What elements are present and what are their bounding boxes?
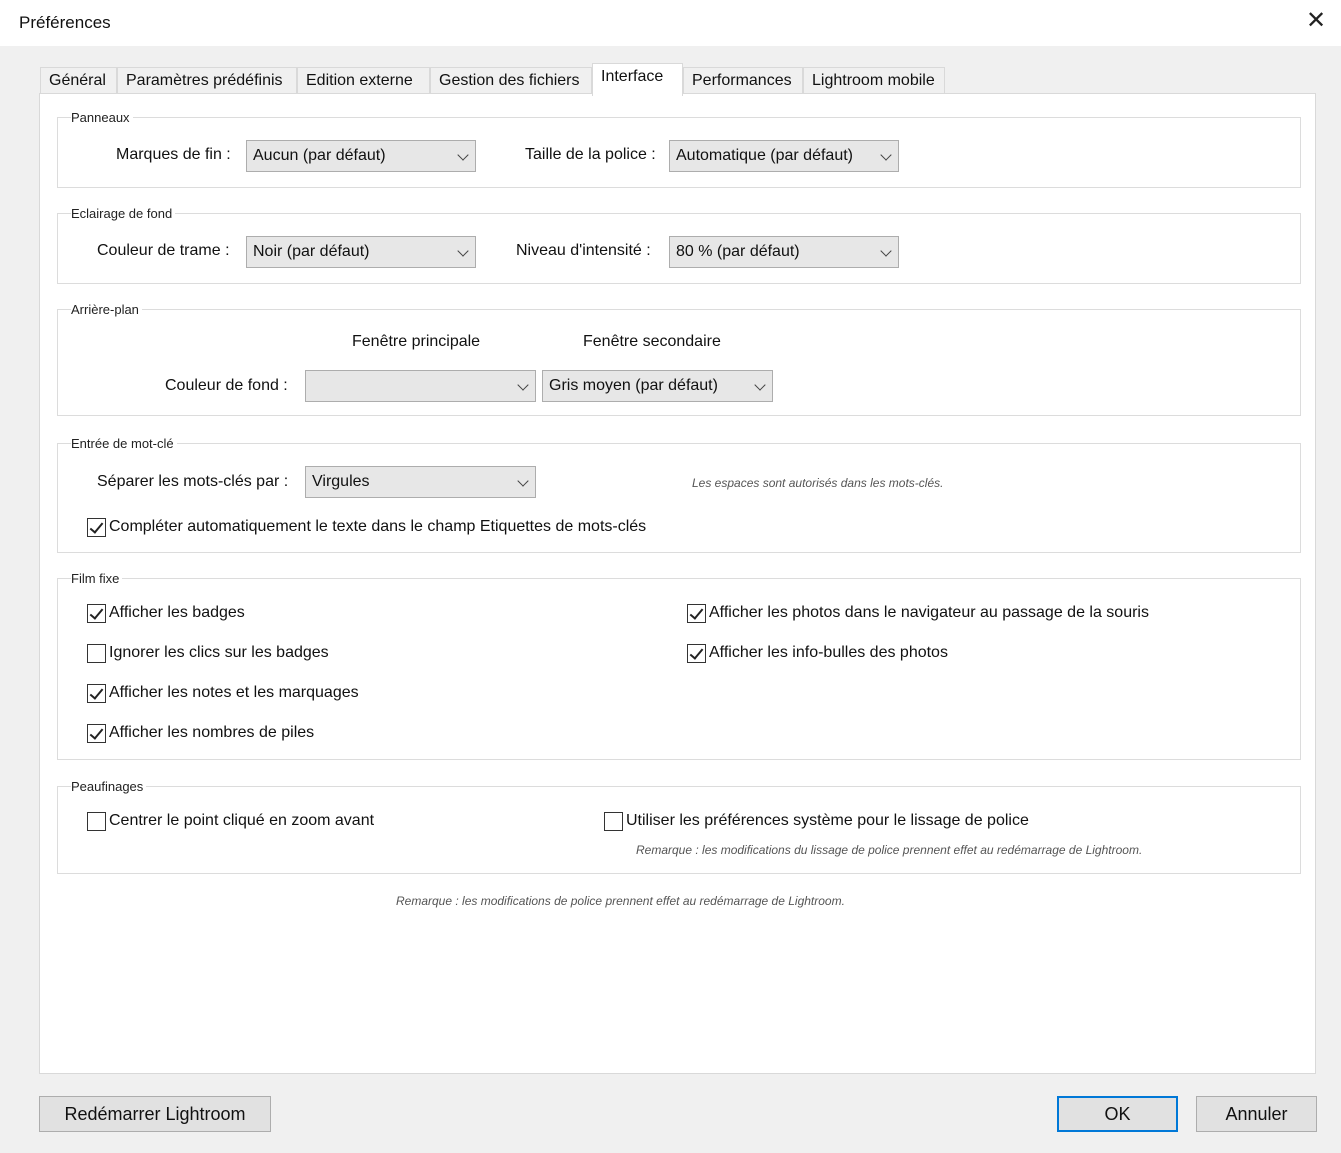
group-panneaux-legend: Panneaux: [71, 110, 133, 125]
separer-mots-cles-label: Séparer les mots-clés par :: [97, 473, 289, 490]
centrer-point-label: Centrer le point cliqué en zoom avant: [109, 812, 375, 829]
afficher-notes-checkbox[interactable]: Afficher les notes et les marquages: [87, 682, 359, 704]
afficher-badges-checkbox[interactable]: Afficher les badges: [87, 602, 245, 624]
window-title: Préférences: [19, 13, 111, 32]
separer-mots-cles-select[interactable]: Virgules: [305, 466, 536, 498]
tab-general[interactable]: Général: [40, 67, 117, 95]
ignorer-clics-label: Ignorer les clics sur les badges: [109, 644, 329, 661]
espaces-note: Les espaces sont autorisés dans les mots…: [692, 476, 944, 490]
lissage-note: Remarque : les modifications du lissage …: [636, 843, 1143, 857]
tab-gestion-fichiers[interactable]: Gestion des fichiers: [430, 67, 592, 95]
taille-police-select[interactable]: Automatique (par défaut): [669, 140, 899, 172]
checkbox-checked-icon: [87, 603, 106, 623]
ok-button[interactable]: OK: [1057, 1096, 1178, 1132]
chevron-down-icon: [517, 475, 529, 487]
fenetre-principale-header: Fenêtre principale: [352, 333, 481, 350]
group-mot-cle-legend: Entrée de mot-clé: [71, 436, 177, 451]
taille-police-value: Automatique (par défaut): [676, 147, 853, 164]
marques-fin-value: Aucun (par défaut): [253, 147, 386, 164]
couleur-trame-label: Couleur de trame :: [97, 242, 230, 259]
afficher-infobulles-checkbox[interactable]: Afficher les info-bulles des photos: [687, 642, 948, 664]
police-note: Remarque : les modifications de police p…: [396, 894, 845, 908]
niveau-intensite-select[interactable]: 80 % (par défaut): [669, 236, 899, 268]
group-eclairage-legend: Eclairage de fond: [71, 206, 176, 221]
lissage-police-checkbox[interactable]: Utiliser les préférences système pour le…: [604, 810, 1029, 832]
afficher-piles-label: Afficher les nombres de piles: [109, 724, 315, 741]
checkbox-unchecked-icon: [87, 643, 106, 663]
group-arriere-plan-legend: Arrière-plan: [71, 302, 142, 317]
checkbox-checked-icon: [687, 603, 706, 623]
marques-fin-select[interactable]: Aucun (par défaut): [246, 140, 476, 172]
fond-secondaire-select[interactable]: Gris moyen (par défaut): [542, 370, 773, 402]
checkbox-checked-icon: [87, 517, 106, 537]
completer-auto-label: Compléter automatiquement le texte dans …: [109, 518, 647, 535]
chevron-down-icon: [880, 149, 892, 161]
afficher-piles-checkbox[interactable]: Afficher les nombres de piles: [87, 722, 314, 744]
niveau-intensite-label: Niveau d'intensité :: [516, 242, 651, 259]
fond-secondaire-value: Gris moyen (par défaut): [549, 377, 718, 394]
ignorer-clics-checkbox[interactable]: Ignorer les clics sur les badges: [87, 642, 329, 664]
interface-panel: Panneaux Marques de fin : Aucun (par déf…: [39, 93, 1316, 1074]
chevron-down-icon: [754, 379, 766, 391]
tab-interface[interactable]: Interface: [592, 63, 683, 96]
cancel-button[interactable]: Annuler: [1196, 1096, 1317, 1132]
afficher-badges-label: Afficher les badges: [109, 604, 245, 621]
group-peaufinages-legend: Peaufinages: [71, 779, 147, 794]
tab-performances[interactable]: Performances: [683, 67, 803, 95]
afficher-infobulles-label: Afficher les info-bulles des photos: [709, 644, 948, 661]
centrer-point-checkbox[interactable]: Centrer le point cliqué en zoom avant: [87, 810, 374, 832]
couleur-trame-select[interactable]: Noir (par défaut): [246, 236, 476, 268]
separer-mots-cles-value: Virgules: [312, 473, 370, 490]
tab-edition-externe[interactable]: Edition externe: [297, 67, 430, 95]
checkbox-checked-icon: [87, 683, 106, 703]
niveau-intensite-value: 80 % (par défaut): [676, 243, 800, 260]
tab-parametres-predefinis[interactable]: Paramètres prédéfinis: [117, 67, 297, 95]
afficher-notes-label: Afficher les notes et les marquages: [109, 684, 359, 701]
afficher-navigateur-label: Afficher les photos dans le navigateur a…: [709, 604, 1149, 621]
chevron-down-icon: [457, 245, 469, 257]
checkbox-unchecked-icon: [604, 811, 623, 831]
chevron-down-icon: [457, 149, 469, 161]
afficher-navigateur-checkbox[interactable]: Afficher les photos dans le navigateur a…: [687, 602, 1149, 624]
checkbox-checked-icon: [687, 643, 706, 663]
completer-auto-checkbox[interactable]: Compléter automatiquement le texte dans …: [87, 516, 646, 538]
group-film-fixe-legend: Film fixe: [71, 571, 123, 586]
couleur-fond-label: Couleur de fond :: [165, 377, 288, 394]
marques-fin-label: Marques de fin :: [116, 146, 231, 163]
taille-police-label: Taille de la police :: [525, 146, 656, 163]
close-icon[interactable]: ✕: [1301, 6, 1331, 36]
checkbox-unchecked-icon: [87, 811, 106, 831]
lissage-police-label: Utiliser les préférences système pour le…: [626, 812, 1029, 829]
title-bar: Préférences ✕: [0, 0, 1341, 46]
fenetre-secondaire-header: Fenêtre secondaire: [583, 333, 721, 350]
couleur-trame-value: Noir (par défaut): [253, 243, 370, 260]
fond-principale-select[interactable]: [305, 370, 536, 402]
tab-lightroom-mobile[interactable]: Lightroom mobile: [803, 67, 945, 95]
chevron-down-icon: [880, 245, 892, 257]
chevron-down-icon: [517, 379, 529, 391]
restart-lightroom-button[interactable]: Redémarrer Lightroom: [39, 1096, 271, 1132]
checkbox-checked-icon: [87, 723, 106, 743]
